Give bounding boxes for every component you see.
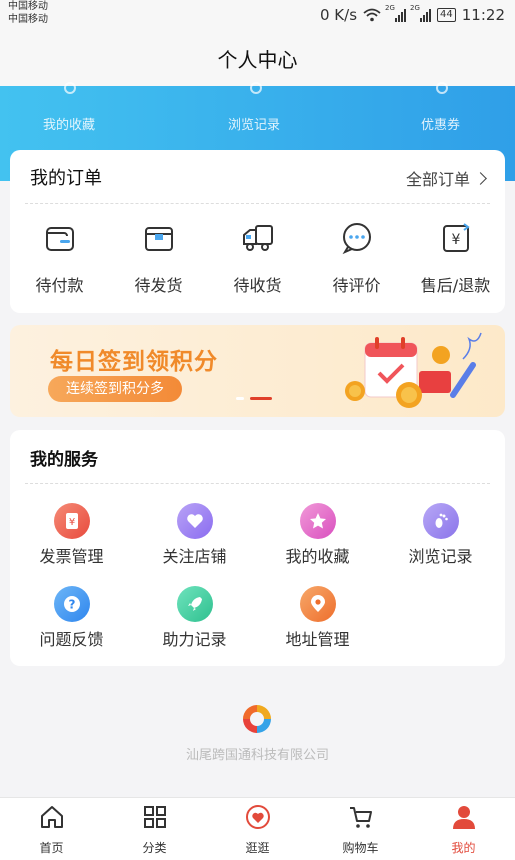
company-logo [243,705,271,733]
invoice-icon: ¥ [53,503,90,539]
tab-home[interactable]: 首页 [0,804,103,856]
divider [25,203,490,204]
cart-icon [349,807,372,828]
wifi-icon [363,8,381,22]
promo-subtitle: 连续签到积分多 [48,376,182,402]
promo-title: 每日签到领积分 [50,349,218,375]
service-boost-records[interactable]: 助力记录 [133,586,256,650]
carousel-dot-active [250,397,272,400]
status-bar: 中国移动 中国移动 0 K/s 2G 2G 44 11:22 [0,0,515,30]
carousel-indicator [236,397,272,400]
carousel-dot [236,397,244,400]
heart-icon [176,503,213,539]
tab-label: 购物车 [342,841,379,855]
order-label: 售后/退款 [420,276,491,295]
tab-mine[interactable]: 我的 [412,804,515,856]
order-pending-review[interactable]: 待评价 [307,220,406,296]
order-label: 待付款 [35,276,84,295]
svg-text:¥: ¥ [451,232,460,248]
order-pending-receipt[interactable]: 待收货 [208,220,307,296]
question-icon: ? [53,586,90,622]
divider [25,483,490,484]
service-address[interactable]: 地址管理 [256,586,379,650]
shortcut-history[interactable]: 浏览记录 [228,114,280,133]
truck-icon [242,225,273,251]
network-type-2: 2G [410,4,420,12]
service-label: 关注店铺 [162,547,227,566]
order-label: 待收货 [233,276,282,295]
heart-bubble-icon [245,805,270,829]
svg-text:?: ? [68,598,75,612]
order-after-sales[interactable]: ¥ 售后/退款 [406,220,505,296]
shortcut-favorites[interactable]: 我的收藏 [43,114,95,133]
service-followed-shops[interactable]: 关注店铺 [133,503,256,567]
header: 个人中心 [0,30,515,86]
tab-cart[interactable]: 购物车 [309,804,412,856]
binding-ring-decoration [64,82,76,94]
signal-icon-1: 2G [385,4,407,22]
chevron-right-icon [474,171,487,185]
chat-icon [342,223,371,255]
daily-checkin-banner[interactable]: 每日签到领积分 连续签到积分多 [10,325,505,417]
service-label: 我的收藏 [285,547,350,566]
all-orders-label: 全部订单 [405,170,470,189]
carrier-label-1: 中国移动 [8,1,48,12]
services-title: 我的服务 [30,450,98,470]
service-label: 发票管理 [39,547,104,566]
signal-icon-2: 2G [410,4,432,22]
network-type-1: 2G [385,4,395,12]
home-icon [40,806,63,828]
tab-label: 分类 [142,841,167,855]
order-pending-payment[interactable]: 待付款 [10,220,109,296]
tab-label: 首页 [39,841,64,855]
user-icon [452,806,475,829]
network-speed: 0 K/s [320,6,358,24]
service-invoice[interactable]: ¥ 发票管理 [10,503,133,567]
carrier-label-2: 中国移动 [8,14,48,25]
location-pin-icon [299,586,336,622]
shortcut-coupons[interactable]: 优惠券 [421,114,460,133]
clock: 11:22 [461,6,505,24]
package-icon [144,227,173,251]
service-history[interactable]: 浏览记录 [379,503,502,567]
service-favorites[interactable]: 我的收藏 [256,503,379,567]
bottom-tab-bar: 首页 分类 逛逛 购物车 我的 [0,797,515,860]
footprint-icon [422,503,459,539]
orders-card: 我的订单 全部订单 待付款 待发货 待收货 待评价 ¥ 售后/退款 [10,150,505,313]
service-label: 地址管理 [285,630,350,649]
all-orders-link[interactable]: 全部订单 [405,166,487,190]
svg-text:¥: ¥ [68,517,74,528]
binding-ring-decoration [436,82,448,94]
order-label: 待发货 [134,276,183,295]
calendar-coins-illustration [345,332,482,408]
rocket-icon [176,586,213,622]
order-label: 待评价 [332,276,381,295]
service-label: 浏览记录 [408,547,473,566]
wallet-icon [45,227,74,251]
order-pending-shipment[interactable]: 待发货 [109,220,208,296]
service-label: 助力记录 [162,630,227,649]
orders-title: 我的订单 [30,168,102,189]
services-card: 我的服务 ¥ 发票管理 关注店铺 我的收藏 浏览记录 ? 问题反馈 助力记录 地… [10,430,505,666]
company-name: 汕尾跨国通科技有限公司 [185,748,329,763]
service-label: 问题反馈 [39,630,104,649]
refund-icon: ¥ [442,223,470,252]
page-title: 个人中心 [217,48,298,72]
service-feedback[interactable]: ? 问题反馈 [10,586,133,650]
tab-label: 我的 [451,841,476,855]
tab-discover[interactable]: 逛逛 [206,804,309,856]
grid-icon [143,806,166,828]
tab-label: 逛逛 [245,841,270,855]
star-icon [299,503,336,539]
binding-ring-decoration [250,82,262,94]
battery-indicator: 44 [437,8,456,22]
tab-category[interactable]: 分类 [103,804,206,856]
